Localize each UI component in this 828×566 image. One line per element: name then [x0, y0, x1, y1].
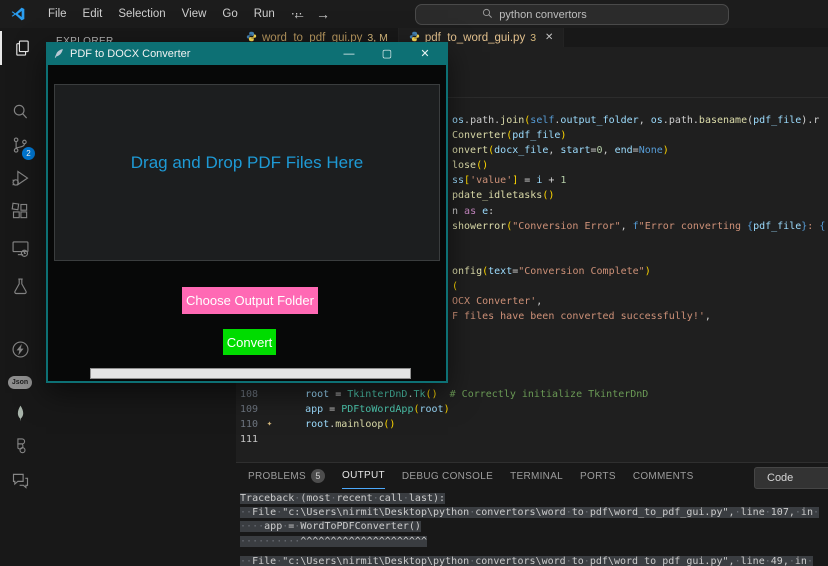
code-line: root.mainloop()	[281, 417, 828, 432]
minimize-icon[interactable]: —	[330, 42, 368, 65]
code-line: showerror("Conversion Error", f"Error co…	[452, 219, 825, 234]
code-line: 110✦ root.mainloop()	[236, 417, 828, 432]
remote-explorer-icon[interactable]	[0, 231, 40, 265]
menu-run[interactable]: Run	[246, 0, 283, 28]
line-number: 108	[236, 387, 258, 402]
code-line: onfig(text="Conversion Complete")	[452, 264, 825, 279]
copilot-sparkle-icon	[258, 387, 281, 402]
tk-window[interactable]: PDF to DOCX Converter — ▢ ✕ Drag and Dro…	[46, 42, 448, 383]
code-line	[281, 432, 828, 447]
output-line: ··File·"c:\Users\nirmit\Desktop\python·c…	[240, 506, 819, 520]
progress-bar	[90, 368, 411, 379]
search-value: python convertors	[499, 9, 586, 21]
line-number: 110	[236, 417, 258, 432]
code-line: 111	[236, 432, 828, 447]
search-icon	[482, 8, 493, 22]
choose-output-folder-button[interactable]: Choose Output Folder	[182, 287, 318, 314]
source-control-badge: 2	[22, 147, 35, 160]
copilot-sparkle-icon	[258, 432, 281, 447]
tab-comments[interactable]: COMMENTS	[633, 464, 694, 489]
output-console[interactable]: Traceback·(most·recent·call·last):··File…	[240, 492, 819, 566]
tk-window-body: Drag and Drop PDF Files Here Choose Outp…	[46, 65, 448, 383]
vscode-window: File Edit Selection View Go Run ⋯ ← → py…	[0, 0, 828, 566]
tab-debug-console[interactable]: DEBUG CONSOLE	[402, 464, 493, 489]
output-line: ··········^^^^^^^^^^^^^^^^^^^^^	[240, 535, 819, 549]
titlebar: File Edit Selection View Go Run ⋯ ← → py…	[0, 0, 828, 28]
panel-tab-bar: PROBLEMS 5 OUTPUT DEBUG CONSOLE TERMINAL…	[248, 463, 694, 489]
tab-decoration: 3	[530, 32, 536, 44]
testing-icon[interactable]	[0, 269, 40, 303]
mongodb-icon[interactable]	[0, 396, 40, 430]
code-line: pdate_idletasks()	[452, 188, 825, 203]
back-arrow-icon[interactable]: ←	[292, 6, 306, 22]
tab-problems[interactable]: PROBLEMS 5	[248, 464, 325, 489]
code-line: Converter(pdf_file)	[452, 128, 825, 143]
code-line: n as e:	[452, 204, 825, 219]
maximize-icon[interactable]: ▢	[368, 42, 406, 65]
line-number: 111	[236, 432, 258, 447]
source-control-icon[interactable]: 2	[0, 128, 40, 162]
code-line: OCX Converter',	[452, 294, 825, 309]
history-navigation: ← →	[292, 0, 330, 28]
bottom-panel: PROBLEMS 5 OUTPUT DEBUG CONSOLE TERMINAL…	[236, 462, 828, 566]
tab-ports[interactable]: PORTS	[580, 464, 616, 489]
problems-badge: 5	[311, 469, 325, 483]
code-line	[452, 249, 825, 264]
code-visible-right: os.path.join(self.output_folder, os.path…	[452, 113, 825, 324]
code-bottom-lines: 108 root = TkinterDnD.Tk() # Correctly i…	[236, 387, 828, 447]
activity-bar: 2 Json	[0, 28, 41, 566]
output-line: ····app·=·WordToPDFConverter()	[240, 520, 819, 534]
tab-terminal[interactable]: TERMINAL	[510, 464, 563, 489]
tab-output[interactable]: OUTPUT	[342, 463, 385, 489]
code-line: (	[452, 279, 825, 294]
json-tools-icon[interactable]: Json	[0, 365, 40, 399]
code-line: 108 root = TkinterDnD.Tk() # Correctly i…	[236, 387, 828, 402]
code-line: app = PDFtoWordApp(root)	[281, 402, 828, 417]
menu-go[interactable]: Go	[214, 0, 245, 28]
comments-icon[interactable]	[0, 463, 40, 497]
thunder-client-icon[interactable]	[0, 332, 40, 366]
code-line: lose()	[452, 158, 825, 173]
output-line: ··File·"c:\Users\nirmit\Desktop\python·c…	[240, 555, 819, 566]
code-line: onvert(docx_file, start=0, end=None)	[452, 143, 825, 158]
code-line: 109 app = PDFtoWordApp(root)	[236, 402, 828, 417]
copilot-sparkle-icon[interactable]: ✦	[258, 417, 281, 432]
tk-window-controls: — ▢ ✕	[330, 42, 444, 65]
convert-button[interactable]: Convert	[223, 329, 276, 355]
search-sidebar-icon[interactable]	[0, 94, 40, 128]
vscode-logo-icon	[10, 6, 26, 22]
code-line: os.path.join(self.output_folder, os.path…	[452, 113, 825, 128]
menu-edit[interactable]: Edit	[75, 0, 111, 28]
close-icon[interactable]: ✕	[545, 32, 553, 43]
extensions-icon[interactable]	[0, 194, 40, 228]
menu-file[interactable]: File	[40, 0, 75, 28]
drop-zone-label: Drag and Drop PDF Files Here	[48, 153, 446, 173]
menu-selection[interactable]: Selection	[110, 0, 173, 28]
forward-arrow-icon[interactable]: →	[316, 6, 330, 22]
tk-window-title: PDF to DOCX Converter	[70, 48, 190, 60]
line-number: 109	[236, 402, 258, 417]
output-line: Traceback·(most·recent·call·last):	[240, 492, 819, 506]
command-center-search[interactable]: python convertors	[415, 4, 729, 25]
copilot-sparkle-icon	[258, 402, 281, 417]
tk-titlebar[interactable]: PDF to DOCX Converter — ▢ ✕	[46, 42, 448, 65]
feather-app-icon	[53, 48, 64, 59]
close-icon[interactable]: ✕	[406, 42, 444, 65]
figma-icon[interactable]	[0, 429, 40, 463]
code-line: F files have been converted successfully…	[452, 309, 825, 324]
code-line: ss['value'] = i + 1	[452, 173, 825, 188]
run-debug-icon[interactable]	[0, 161, 40, 195]
code-line: root = TkinterDnD.Tk() # Correctly initi…	[281, 387, 828, 402]
menu-bar: File Edit Selection View Go Run ⋯	[40, 0, 310, 28]
code-line	[452, 234, 825, 249]
output-channel-selector[interactable]: Code	[754, 467, 828, 489]
menu-view[interactable]: View	[174, 0, 215, 28]
explorer-icon[interactable]	[0, 31, 42, 65]
